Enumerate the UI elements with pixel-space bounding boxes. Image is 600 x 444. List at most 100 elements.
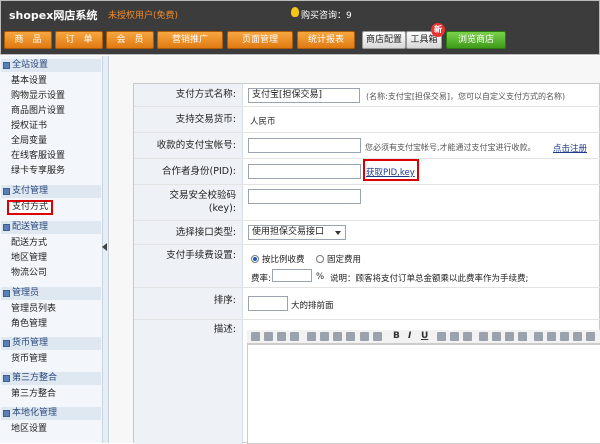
nav-stats[interactable]: 统计报表 bbox=[297, 31, 355, 49]
section-icon bbox=[3, 290, 10, 297]
pid-input[interactable] bbox=[248, 164, 361, 179]
rate-label: 费率: bbox=[251, 274, 271, 284]
sidebar-item-admin-list[interactable]: 管理员列表 bbox=[11, 304, 56, 315]
sidebar-section-admin[interactable]: 管理员 bbox=[1, 287, 101, 300]
row-key: 交易安全校验码 (key): bbox=[134, 185, 600, 221]
align-left-icon[interactable] bbox=[251, 332, 260, 341]
purchase-consult-link[interactable]: 购买咨询：9 bbox=[301, 8, 352, 21]
sidebar-section-localization[interactable]: 本地化管理 bbox=[1, 407, 101, 420]
sidebar-item-basic[interactable]: 基本设置 bbox=[11, 76, 47, 87]
sidebar-section-payment[interactable]: 支付管理 bbox=[1, 185, 101, 198]
subscript-icon[interactable] bbox=[360, 332, 369, 341]
browse-store-button[interactable]: 浏览商店 bbox=[446, 31, 506, 49]
account-label: 收款的支付宝帐号: bbox=[134, 133, 243, 158]
nav-pages[interactable]: 页面管理 bbox=[227, 31, 293, 49]
order-label: 排序: bbox=[134, 288, 243, 319]
justify-icon[interactable] bbox=[290, 332, 299, 341]
sidebar-item-roles[interactable]: 角色管理 bbox=[11, 319, 47, 330]
row-fee: 支付手续费设置: 按比例收费 固定费用 费率: % 说明：顾客将支付订单总金额乘… bbox=[134, 245, 600, 288]
nav-marketing[interactable]: 营销推广 bbox=[157, 31, 223, 49]
source-icon[interactable] bbox=[560, 332, 569, 341]
row-currency: 支持交易货币: 人民币 bbox=[134, 107, 600, 133]
sidebar-item-logistics[interactable]: 物流公司 bbox=[11, 268, 47, 279]
sidebar-item-green-card[interactable]: 绿卡专享服务 bbox=[11, 166, 65, 177]
outdent-icon[interactable] bbox=[346, 332, 355, 341]
sidebar-item-license[interactable]: 授权证书 bbox=[11, 121, 47, 132]
section-icon bbox=[3, 375, 10, 382]
emoticon-icon[interactable] bbox=[534, 332, 543, 341]
description-editor[interactable] bbox=[247, 344, 600, 444]
section-icon bbox=[3, 62, 10, 69]
name-hint: (名称:支付宝[担保交易]，您可以自定义支付方式的名称) bbox=[366, 92, 566, 101]
clear-format-icon[interactable] bbox=[586, 332, 595, 341]
nav-store-config[interactable]: 商店配置 bbox=[362, 31, 406, 49]
sidebar-item-online-service[interactable]: 在线客服设置 bbox=[11, 151, 65, 162]
main-nav: 商 品 订 单 会 员 营销推广 页面管理 统计报表 商店配置 工具箱 浏览商店 bbox=[0, 31, 600, 51]
superscript-icon[interactable] bbox=[373, 332, 382, 341]
image-icon[interactable] bbox=[505, 332, 514, 341]
sidebar-item-payment-methods[interactable]: 支付方式 bbox=[7, 200, 54, 215]
fee-percent-radio[interactable] bbox=[251, 255, 259, 263]
name-input[interactable]: 支付宝[担保交易] bbox=[248, 88, 360, 103]
italic-button[interactable]: I bbox=[408, 331, 411, 341]
license-status[interactable]: 未授权用户(免费) bbox=[108, 8, 178, 21]
account-hint: 您必须有支付宝帐号,才能通过支付宝进行收款。 bbox=[365, 143, 536, 152]
sidebar-item-currency[interactable]: 货币管理 bbox=[11, 354, 47, 365]
register-link[interactable]: 点击注册 bbox=[553, 142, 587, 154]
table-icon[interactable] bbox=[518, 332, 527, 341]
fullscreen-icon[interactable] bbox=[573, 332, 582, 341]
sidebar-section-currency[interactable]: 货币管理 bbox=[1, 337, 101, 350]
section-icon bbox=[3, 410, 10, 417]
sidebar-item-third-party[interactable]: 第三方整合 bbox=[11, 389, 56, 400]
sidebar-section-third-party[interactable]: 第三方整合 bbox=[1, 372, 101, 385]
bg-color-icon[interactable] bbox=[463, 332, 472, 341]
align-right-icon[interactable] bbox=[277, 332, 286, 341]
sidebar-item-image-settings[interactable]: 商品图片设置 bbox=[11, 106, 65, 117]
underline-button[interactable]: U bbox=[421, 331, 428, 341]
sidebar: 全站设置 基本设置 购物显示设置 商品图片设置 授权证书 全局变量 在线客服设置… bbox=[0, 56, 103, 443]
sidebar-item-region-settings[interactable]: 地区设置 bbox=[11, 424, 47, 435]
link-icon[interactable] bbox=[479, 332, 488, 341]
ordered-list-icon[interactable] bbox=[307, 332, 316, 341]
key-label: 交易安全校验码 (key): bbox=[134, 185, 243, 220]
currency-label: 支持交易货币: bbox=[134, 107, 243, 132]
sidebar-item-delivery-methods[interactable]: 配送方式 bbox=[11, 238, 47, 249]
name-label: 支付方式名称: bbox=[134, 84, 243, 106]
strikethrough-icon[interactable] bbox=[437, 332, 446, 341]
sidebar-section-site[interactable]: 全站设置 bbox=[1, 59, 101, 72]
nav-members[interactable]: 会 员 bbox=[106, 31, 154, 49]
indent-icon[interactable] bbox=[333, 332, 342, 341]
font-color-icon[interactable] bbox=[450, 332, 459, 341]
get-pid-key-link[interactable]: 获取PID,key bbox=[366, 166, 415, 178]
fee-fixed-label: 固定费用 bbox=[327, 255, 362, 265]
sidebar-item-region[interactable]: 地区管理 bbox=[11, 253, 47, 264]
align-center-icon[interactable] bbox=[264, 332, 273, 341]
unlink-icon[interactable] bbox=[492, 332, 501, 341]
section-icon bbox=[3, 188, 10, 195]
hr-icon[interactable] bbox=[547, 332, 556, 341]
fee-label: 支付手续费设置: bbox=[134, 245, 243, 287]
interface-label: 选择接口类型: bbox=[134, 221, 243, 244]
row-account: 收款的支付宝帐号: 您必须有支付宝帐号,才能通过支付宝进行收款。 点击注册 bbox=[134, 133, 600, 159]
app-logo: shopex网店系统 bbox=[9, 9, 98, 22]
sidebar-item-shopping-display[interactable]: 购物显示设置 bbox=[11, 91, 65, 102]
rate-input[interactable] bbox=[272, 269, 312, 282]
account-input[interactable] bbox=[248, 138, 361, 153]
order-input[interactable] bbox=[248, 296, 288, 311]
nav-goods[interactable]: 商 品 bbox=[4, 31, 52, 49]
editor-toolbar: B I U bbox=[247, 330, 600, 344]
interface-select[interactable]: 使用担保交易接口 bbox=[248, 225, 346, 240]
key-input[interactable] bbox=[248, 189, 361, 204]
collapse-arrow-icon[interactable] bbox=[102, 243, 107, 251]
sidebar-section-delivery[interactable]: 配送管理 bbox=[1, 221, 101, 234]
fee-fixed-radio[interactable] bbox=[316, 255, 324, 263]
unordered-list-icon[interactable] bbox=[320, 332, 329, 341]
bold-button[interactable]: B bbox=[393, 331, 400, 341]
new-badge: 新 bbox=[431, 23, 445, 37]
sidebar-item-global-vars[interactable]: 全局变量 bbox=[11, 136, 47, 147]
row-pid: 合作者身份(PID): 获取PID,key bbox=[134, 159, 600, 185]
nav-orders[interactable]: 订 单 bbox=[55, 31, 103, 49]
row-name: 支付方式名称: 支付宝[担保交易] (名称:支付宝[担保交易]，您可以自定义支付… bbox=[134, 84, 600, 107]
rate-desc: 说明：顾客将支付订单总金额乘以此费率作为手续费; bbox=[330, 274, 529, 284]
order-hint: 大的排前面 bbox=[291, 301, 334, 311]
